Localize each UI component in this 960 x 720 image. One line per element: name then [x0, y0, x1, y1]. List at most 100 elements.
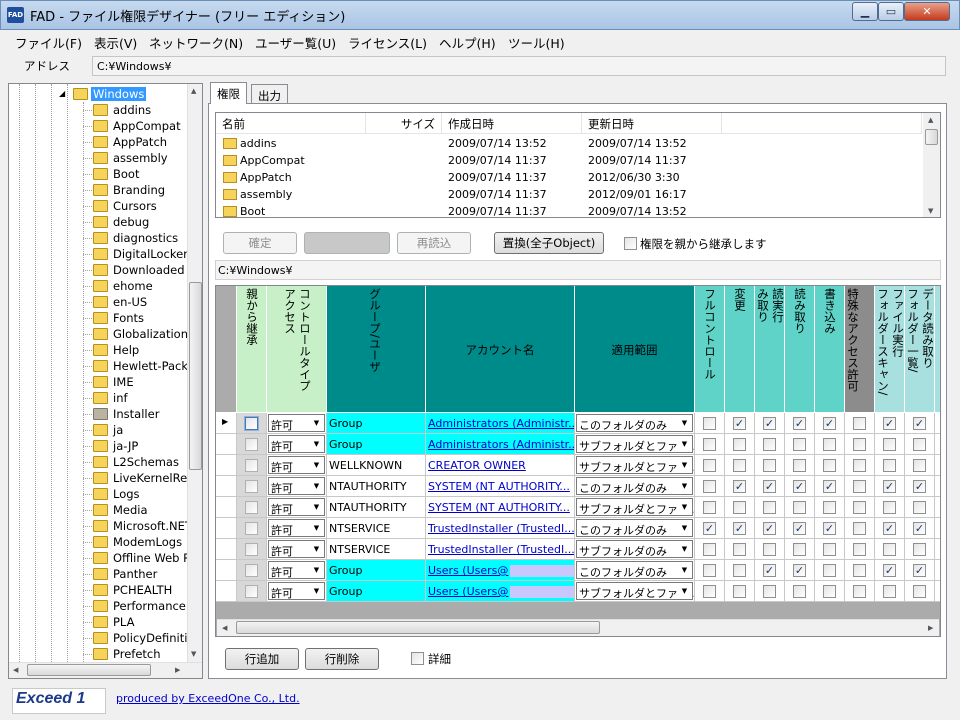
perm-cell-list[interactable]: [905, 539, 935, 560]
tree-item[interactable]: Cursors: [9, 198, 187, 214]
read-exec-checkbox[interactable]: [763, 417, 776, 430]
inherit-cell[interactable]: [237, 581, 267, 602]
perm-cell-list[interactable]: [905, 581, 935, 602]
tree-vertical-thumb[interactable]: [189, 282, 202, 470]
dropdown-arrow-icon[interactable]: ▼: [677, 562, 692, 578]
perm-cell-change[interactable]: [725, 434, 755, 455]
scope-cell[interactable]: サブフォルダのみ ▼: [575, 539, 695, 560]
dropdown-arrow-icon[interactable]: ▼: [309, 562, 324, 578]
inherit-cell[interactable]: [237, 413, 267, 434]
traverse-checkbox[interactable]: [883, 501, 896, 514]
scope-cell[interactable]: このフォルダのみ ▼: [575, 476, 695, 497]
col-special-header[interactable]: 特殊なアクセス許可: [845, 286, 875, 413]
perm-cell-read-exec[interactable]: [755, 560, 785, 581]
scope-combo[interactable]: サブフォルダとファイ... ▼: [576, 498, 694, 516]
perm-cell-read-exec[interactable]: [755, 518, 785, 539]
access-cell[interactable]: 許可 ▼: [267, 581, 327, 602]
perm-cell-special[interactable]: [845, 581, 875, 602]
perm-cell-read-exec[interactable]: [755, 413, 785, 434]
perm-cell-change[interactable]: [725, 476, 755, 497]
inherit-cell[interactable]: [237, 539, 267, 560]
dropdown-arrow-icon[interactable]: ▼: [309, 583, 324, 599]
perm-cell-full-control[interactable]: [695, 497, 725, 518]
menu-view[interactable]: 表示(V): [94, 33, 137, 52]
col-read-exec-header[interactable]: 読実行 み取り: [755, 286, 785, 413]
perm-cell-change[interactable]: [725, 518, 755, 539]
perm-cell-list[interactable]: [905, 560, 935, 581]
full-control-checkbox[interactable]: [703, 522, 716, 535]
scroll-up-arrow-icon[interactable]: ▲: [928, 116, 933, 124]
tree-item[interactable]: Panther: [9, 566, 187, 582]
special-checkbox[interactable]: [853, 438, 866, 451]
change-checkbox[interactable]: [733, 417, 746, 430]
traverse-checkbox[interactable]: [883, 522, 896, 535]
scroll-up-arrow-icon[interactable]: ▲: [191, 87, 196, 95]
access-combo[interactable]: 許可 ▼: [268, 582, 325, 600]
dropdown-arrow-icon[interactable]: ▼: [677, 583, 692, 599]
tree-item[interactable]: Media: [9, 502, 187, 518]
perm-cell-write[interactable]: [815, 560, 845, 581]
tree-item[interactable]: LiveKernelRep: [9, 470, 194, 486]
traverse-checkbox[interactable]: [883, 480, 896, 493]
file-list-thumb[interactable]: [925, 129, 938, 145]
account-link[interactable]: CREATOR OWNER: [426, 455, 575, 476]
access-combo[interactable]: 許可 ▼: [268, 477, 325, 495]
access-cell[interactable]: 許可 ▼: [267, 560, 327, 581]
col-name-header[interactable]: 名前: [216, 113, 366, 134]
perm-cell-change[interactable]: [725, 413, 755, 434]
scope-cell[interactable]: このフォルダのみ ▼: [575, 518, 695, 539]
row-header[interactable]: [216, 476, 237, 497]
special-checkbox[interactable]: [853, 501, 866, 514]
tab-output[interactable]: 出力: [251, 84, 288, 104]
perm-cell-full-control[interactable]: [695, 581, 725, 602]
collapse-icon[interactable]: ◢: [59, 89, 65, 98]
tree-item[interactable]: ja-JP: [9, 438, 187, 454]
perm-cell-traverse[interactable]: [875, 413, 905, 434]
change-checkbox[interactable]: [733, 543, 746, 556]
read-checkbox[interactable]: [793, 543, 806, 556]
detail-checkbox[interactable]: [411, 652, 424, 665]
scroll-down-arrow-icon[interactable]: ▼: [928, 207, 933, 215]
perm-cell-read-exec[interactable]: [755, 455, 785, 476]
read-exec-checkbox[interactable]: [763, 585, 776, 598]
full-control-checkbox[interactable]: [703, 459, 716, 472]
traverse-checkbox[interactable]: [883, 543, 896, 556]
col-access-header[interactable]: コントロールタイプ アクセス: [267, 286, 327, 413]
perm-cell-traverse[interactable]: [875, 560, 905, 581]
perm-cell-read-exec[interactable]: [755, 497, 785, 518]
dropdown-arrow-icon[interactable]: ▼: [309, 436, 324, 452]
confirm-button[interactable]: 確定: [223, 232, 297, 254]
row-header[interactable]: [216, 497, 237, 518]
perm-cell-read-exec[interactable]: [755, 539, 785, 560]
dropdown-arrow-icon[interactable]: ▼: [677, 415, 692, 431]
change-checkbox[interactable]: [733, 459, 746, 472]
scope-combo[interactable]: サブフォルダのみ ▼: [576, 540, 693, 558]
account-link[interactable]: Administrators (Administr...: [426, 413, 575, 434]
list-checkbox[interactable]: [913, 459, 926, 472]
file-row[interactable]: AppCompat 2009/07/14 11:37 2009/07/14 11:3…: [216, 152, 922, 169]
scroll-right-arrow-icon[interactable]: ▶: [175, 666, 180, 674]
inherit-row-checkbox[interactable]: [245, 480, 258, 493]
row-header[interactable]: [216, 434, 237, 455]
col-created-header[interactable]: 作成日時: [442, 113, 582, 134]
dropdown-arrow-icon[interactable]: ▼: [677, 478, 692, 494]
change-checkbox[interactable]: [733, 564, 746, 577]
tree-item[interactable]: AppCompat: [9, 118, 187, 134]
scroll-down-arrow-icon[interactable]: ▼: [191, 650, 196, 658]
col-read-header[interactable]: 読み取り: [785, 286, 815, 413]
inherit-cell[interactable]: [237, 476, 267, 497]
dropdown-arrow-icon[interactable]: ▼: [309, 520, 324, 536]
scroll-right-arrow-icon[interactable]: ▶: [928, 624, 933, 632]
full-control-checkbox[interactable]: [703, 417, 716, 430]
tree-item[interactable]: Logs: [9, 486, 187, 502]
account-link[interactable]: SYSTEM (NT AUTHORITY...: [426, 476, 575, 497]
access-combo[interactable]: 許可 ▼: [268, 519, 325, 537]
replace-children-button[interactable]: 置換(全子Object): [494, 232, 604, 254]
write-checkbox[interactable]: [823, 564, 836, 577]
list-checkbox[interactable]: [913, 438, 926, 451]
scope-combo[interactable]: サブフォルダとファイ... ▼: [576, 435, 694, 453]
write-checkbox[interactable]: [823, 522, 836, 535]
dropdown-arrow-icon[interactable]: ▼: [309, 499, 324, 515]
perm-cell-read[interactable]: [785, 455, 815, 476]
perm-cell-list[interactable]: [905, 497, 935, 518]
